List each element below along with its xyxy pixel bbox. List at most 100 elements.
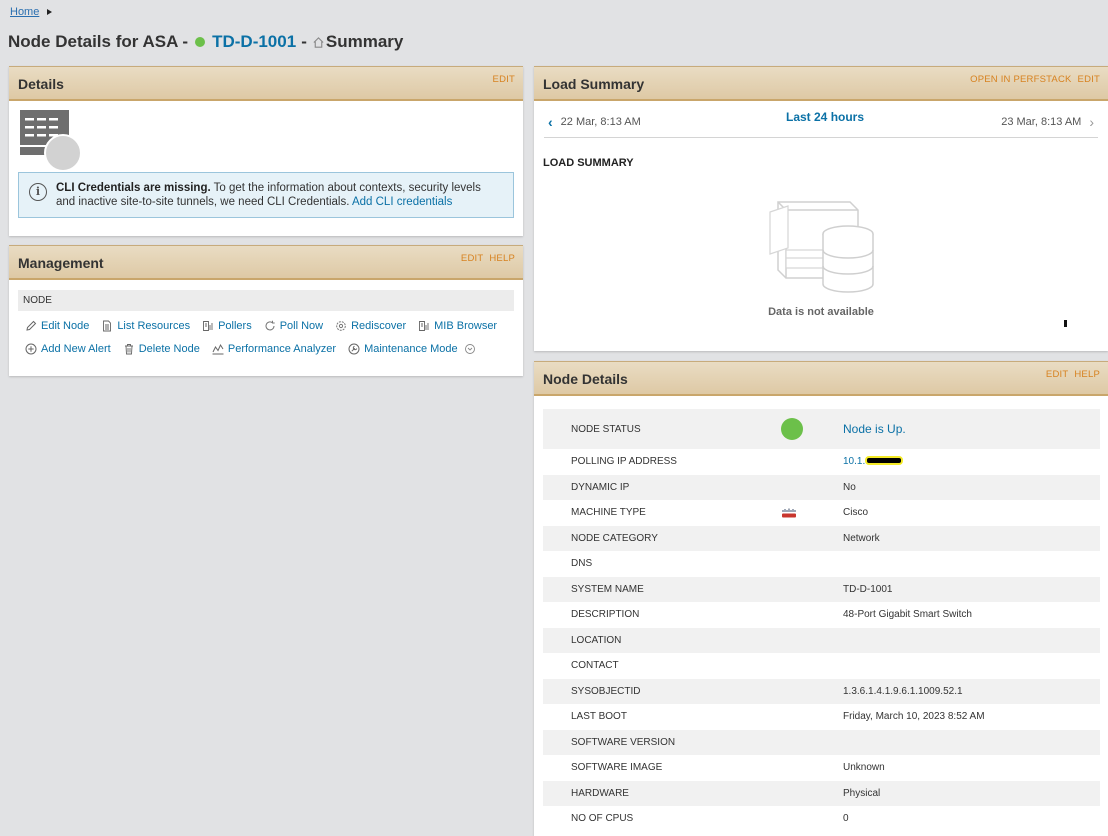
mib-browser-icon bbox=[419, 321, 429, 331]
row-value: 48-Port Gigabit Smart Switch bbox=[843, 609, 972, 621]
table-row: DYNAMIC IP No bbox=[543, 474, 1100, 500]
time-range-bar: ‹ 22 Mar, 8:13 AM Last 24 hours 23 Mar, … bbox=[544, 110, 1098, 138]
table-row: NODE STATUS Node is Up. bbox=[543, 409, 1100, 449]
load-summary-edit-link[interactable]: EDIT bbox=[1078, 74, 1100, 85]
row-key: CONTACT bbox=[571, 660, 619, 672]
row-key: SOFTWARE IMAGE bbox=[571, 762, 663, 774]
edit-node-button[interactable]: Edit Node bbox=[25, 320, 89, 332]
load-summary-panel-header: Load Summary OPEN IN PERFSTACK EDIT bbox=[534, 66, 1108, 101]
row-key: DYNAMIC IP bbox=[571, 481, 630, 493]
maintenance-mode-label: Maintenance Mode bbox=[364, 343, 458, 355]
node-status-link[interactable]: Node is Up. bbox=[843, 422, 906, 436]
table-row: HARDWARE Physical bbox=[543, 780, 1100, 806]
page-title-view-label: Summary bbox=[325, 32, 404, 51]
table-row: NODE CATEGORY Network bbox=[543, 525, 1100, 551]
plus-circle-icon bbox=[25, 343, 37, 355]
row-value: Cisco bbox=[843, 507, 869, 519]
list-resources-button[interactable]: List Resources bbox=[101, 320, 190, 332]
firewall-device-icon bbox=[20, 110, 82, 172]
chevron-right-icon[interactable]: › bbox=[1089, 114, 1094, 130]
polling-ip-link[interactable]: 10.1. bbox=[843, 456, 904, 467]
add-cli-credentials-link[interactable]: Add CLI credentials bbox=[352, 196, 452, 208]
node-details-panel: Node Details EDIT HELP NODE STATUS Node … bbox=[534, 361, 1108, 836]
document-list-icon bbox=[103, 320, 112, 332]
management-edit-link[interactable]: EDIT bbox=[461, 253, 483, 264]
range-start: ‹ 22 Mar, 8:13 AM bbox=[548, 114, 641, 130]
row-key: DNS bbox=[571, 558, 593, 570]
performance-analyzer-button[interactable]: Performance Analyzer bbox=[212, 343, 336, 355]
load-summary-panel-title: Load Summary bbox=[543, 76, 645, 92]
row-key: NODE STATUS bbox=[571, 423, 641, 435]
rediscover-gear-icon bbox=[336, 321, 346, 331]
row-key: SOFTWARE VERSION bbox=[571, 736, 676, 748]
node-details-edit-link[interactable]: EDIT bbox=[1046, 369, 1068, 380]
page-title-prefix: Node Details for ASA - bbox=[8, 32, 189, 51]
home-icon bbox=[313, 36, 324, 48]
pollers-icon bbox=[203, 321, 213, 331]
breadcrumb-home-link[interactable]: Home bbox=[10, 6, 39, 18]
chevron-left-icon[interactable]: ‹ bbox=[548, 114, 553, 130]
mib-browser-button[interactable]: MIB Browser bbox=[418, 320, 497, 332]
node-details-help-link[interactable]: HELP bbox=[1074, 369, 1100, 380]
redaction-mark bbox=[865, 456, 904, 466]
details-edit-link[interactable]: EDIT bbox=[493, 74, 515, 85]
row-key: SYSOBJECTID bbox=[571, 685, 641, 697]
table-row: MACHINE TYPE Cisco bbox=[543, 500, 1100, 526]
alert-bold-text: CLI Credentials are missing. bbox=[56, 182, 211, 194]
open-in-perfstack-link[interactable]: OPEN IN PERFSTACK bbox=[970, 74, 1071, 85]
no-data-box-database-icon bbox=[769, 201, 874, 293]
table-row: LAST BOOT Friday, March 10, 2023 8:52 AM bbox=[543, 704, 1100, 730]
edit-node-label: Edit Node bbox=[41, 320, 90, 332]
row-value: 0 bbox=[843, 813, 849, 825]
page-title-view: Summary bbox=[312, 32, 403, 52]
management-help-link[interactable]: HELP bbox=[489, 253, 515, 264]
maintenance-mode-button[interactable]: Maintenance Mode bbox=[348, 343, 476, 355]
text-cursor bbox=[1064, 320, 1067, 327]
load-summary-panel-actions: OPEN IN PERFSTACK EDIT bbox=[970, 74, 1100, 85]
cisco-logo-icon bbox=[782, 508, 796, 518]
add-new-alert-label: Add New Alert bbox=[41, 343, 111, 355]
range-selector-link[interactable]: Last 24 hours bbox=[786, 110, 864, 124]
range-end-label: 23 Mar, 8:13 AM bbox=[1001, 116, 1082, 128]
mib-browser-label: MIB Browser bbox=[434, 320, 498, 332]
chevron-down-icon[interactable] bbox=[464, 343, 476, 355]
range-start-label: 22 Mar, 8:13 AM bbox=[560, 116, 641, 128]
maintenance-wrench-icon bbox=[348, 343, 360, 355]
pollers-button[interactable]: Pollers bbox=[202, 320, 252, 332]
node-details-panel-header: Node Details EDIT HELP bbox=[534, 361, 1108, 396]
status-up-icon bbox=[781, 418, 803, 440]
table-row: SYSTEM NAME TD-D-1001 bbox=[543, 576, 1100, 602]
page-title: Node Details for ASA - TD-D-1001 - Summa… bbox=[8, 32, 403, 52]
table-row: DNS bbox=[543, 551, 1100, 577]
load-summary-chart-title: LOAD SUMMARY bbox=[543, 157, 634, 169]
node-name-link[interactable]: TD-D-1001 bbox=[212, 32, 296, 52]
node-details-table: NODE STATUS Node is Up. POLLING IP ADDRE… bbox=[543, 409, 1100, 832]
add-new-alert-button[interactable]: Add New Alert bbox=[25, 343, 111, 355]
node-details-panel-title: Node Details bbox=[543, 371, 628, 387]
poll-now-label: Poll Now bbox=[279, 320, 324, 332]
management-panel: Management EDIT HELP NODE Edit Node List… bbox=[9, 245, 523, 376]
load-summary-panel: Load Summary OPEN IN PERFSTACK EDIT ‹ 22… bbox=[534, 66, 1108, 351]
table-row: SOFTWARE VERSION bbox=[543, 729, 1100, 755]
table-row: SYSOBJECTID 1.3.6.1.4.1.9.6.1.1009.52.1 bbox=[543, 678, 1100, 704]
poll-now-button[interactable]: Poll Now bbox=[264, 320, 323, 332]
trash-icon bbox=[124, 344, 133, 355]
management-actions-row-2: Add New Alert Delete Node Performance An… bbox=[25, 343, 476, 355]
table-row: NO OF CPUS 0 bbox=[543, 806, 1100, 832]
row-key: LAST BOOT bbox=[571, 711, 627, 723]
performance-analyzer-label: Performance Analyzer bbox=[227, 343, 337, 355]
pencil-icon bbox=[26, 320, 37, 331]
rediscover-button[interactable]: Rediscover bbox=[335, 320, 406, 332]
delete-node-button[interactable]: Delete Node bbox=[123, 343, 200, 355]
range-end: 23 Mar, 8:13 AM › bbox=[1001, 114, 1094, 130]
row-key: SYSTEM NAME bbox=[571, 583, 644, 595]
breadcrumb: Home bbox=[10, 6, 53, 18]
table-row: CONTACT bbox=[543, 653, 1100, 679]
breadcrumb-arrow-icon[interactable] bbox=[47, 9, 53, 15]
row-key: LOCATION bbox=[571, 634, 622, 646]
node-details-panel-actions: EDIT HELP bbox=[1046, 369, 1100, 380]
info-icon: i bbox=[29, 183, 47, 201]
row-value: Physical bbox=[843, 787, 881, 799]
row-key: NO OF CPUS bbox=[571, 813, 634, 825]
list-resources-label: List Resources bbox=[117, 320, 191, 332]
